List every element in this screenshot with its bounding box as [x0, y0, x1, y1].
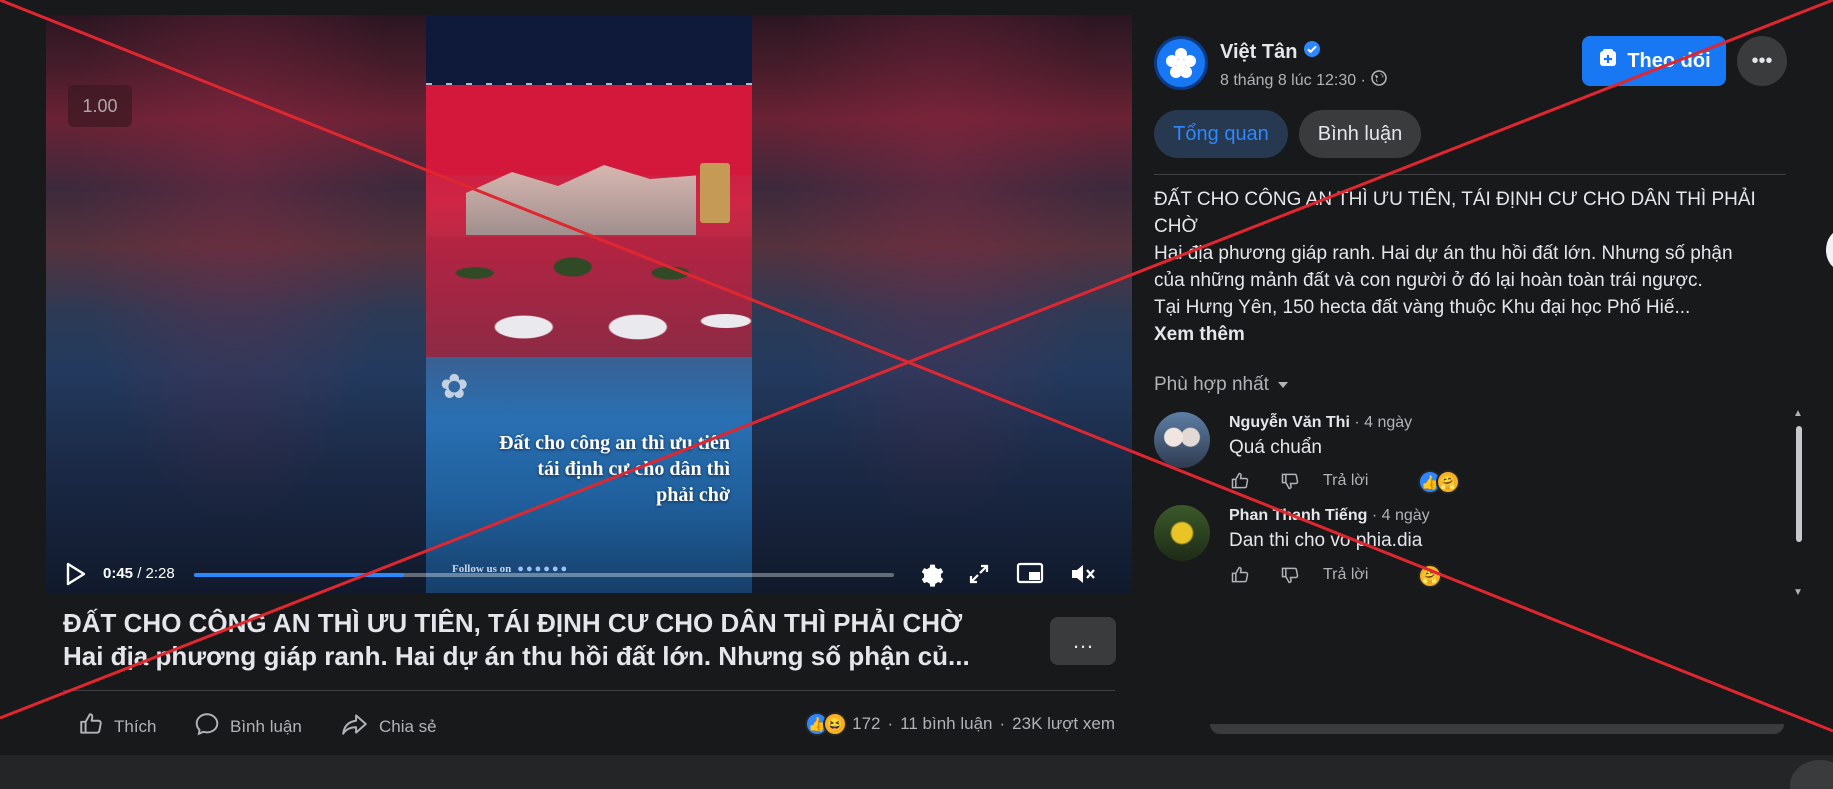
comment-bubble-icon — [194, 711, 220, 742]
video-controls: 0:45 / 2:28 — [46, 553, 1132, 593]
comment-button[interactable]: Bình luận — [194, 711, 302, 742]
like-button[interactable]: Thích — [78, 711, 157, 742]
more-options-button[interactable]: … — [1050, 617, 1116, 665]
author-name[interactable]: Việt Tân — [1220, 40, 1321, 64]
dot-separator: · — [999, 714, 1006, 733]
comment-author[interactable]: Nguyễn Văn Thi · 4 ngày — [1229, 414, 1412, 432]
comments-count[interactable]: 11 bình luận — [900, 714, 992, 734]
care-reaction-icon: 🤗 — [1436, 470, 1460, 494]
tab-comments[interactable]: Bình luận — [1299, 110, 1421, 158]
playback-speed-badge[interactable]: 1.00 — [68, 85, 132, 127]
reactions-count[interactable]: 172 — [852, 714, 880, 734]
post-stats: 👍 😆 172 · 11 bình luận · 23K lượt xem — [805, 712, 1115, 736]
video-frame-building — [466, 165, 696, 235]
thumbs-up-icon — [78, 711, 104, 742]
thumbs-down-icon[interactable] — [1279, 470, 1301, 492]
see-more-link[interactable]: Xem thêm — [1154, 324, 1245, 346]
video-frame: ✿ Đất cho công an thì ưu tiên tái định c… — [426, 15, 752, 593]
post-description-line: Tại Hưng Yên, 150 hecta đất vàng thuộc K… — [1154, 297, 1691, 318]
sort-label: Phù hợp nhất — [1154, 374, 1269, 395]
fullscreen-icon[interactable] — [964, 559, 994, 589]
verified-badge-icon — [1303, 40, 1321, 64]
thumbs-up-icon[interactable] — [1229, 564, 1251, 586]
author-name-text: Việt Tân — [1220, 40, 1298, 63]
comment-box[interactable] — [1210, 724, 1784, 734]
views-count: 23K lượt xem — [1012, 714, 1115, 733]
video-frame-crowd — [426, 237, 752, 357]
mute-icon[interactable] — [1068, 559, 1098, 589]
divider — [1154, 174, 1786, 175]
avatar[interactable] — [1154, 412, 1210, 468]
comment-sort-dropdown[interactable]: Phù hợp nhất — [1154, 374, 1289, 396]
scroll-down-arrow-icon[interactable]: ▼ — [1793, 587, 1803, 598]
comment-actions: Trả lời — [1229, 564, 1368, 586]
post-title: ĐẤT CHO CÔNG AN THÌ ƯU TIÊN, TÁI ĐỊNH CƯ… — [63, 608, 963, 638]
video-caption-line-2: tái định cư cho dân thì — [537, 458, 730, 480]
picture-in-picture-icon[interactable] — [1015, 559, 1045, 589]
divider — [63, 690, 1115, 691]
video-progress-bar[interactable] — [194, 573, 894, 577]
reply-button[interactable]: Trả lời — [1323, 472, 1368, 490]
video-frame-banner — [426, 15, 752, 93]
video-caption-line-1: Đất cho công an thì ưu tiên — [499, 432, 730, 454]
comment-age: · 4 ngày — [1349, 414, 1413, 431]
video-frame-podium — [700, 163, 730, 223]
share-label: Chia sẻ — [379, 716, 437, 736]
video-frame-stage — [426, 85, 752, 175]
edge-button[interactable] — [1826, 230, 1833, 270]
haha-reaction-icon: 😆 — [823, 712, 848, 736]
post-timestamp[interactable]: 8 tháng 8 lúc 12:30 · — [1220, 72, 1366, 90]
post-subtitle[interactable]: Hai địa phương giáp ranh. Hai dự án thu … — [63, 641, 1023, 672]
post-description-line: của những mảnh đất và con người ở đó lại… — [1154, 270, 1703, 291]
comment-author[interactable]: Phan Thanh Tiếng · 4 ngày — [1229, 507, 1430, 525]
flower-icon — [1166, 48, 1196, 78]
thumbs-up-icon[interactable] — [1229, 470, 1251, 492]
globe-icon — [1371, 70, 1387, 91]
comments-scrollbar[interactable]: ▲ ▼ — [1793, 408, 1805, 598]
avatar[interactable] — [1154, 505, 1210, 561]
video-blur-right — [752, 15, 1132, 593]
comment-author-name: Nguyễn Văn Thi — [1229, 414, 1350, 431]
page-avatar[interactable] — [1154, 36, 1208, 90]
gear-icon[interactable] — [916, 559, 946, 589]
more-dots-icon: … — [1072, 628, 1094, 653]
comment-actions: Trả lời — [1229, 470, 1368, 492]
comment-text: Dan thi cho vo phia.dia — [1229, 530, 1423, 551]
scroll-up-arrow-icon[interactable]: ▲ — [1793, 408, 1803, 419]
follow-icon — [1597, 47, 1619, 75]
comment-author-name: Phan Thanh Tiếng — [1229, 507, 1368, 524]
reply-button[interactable]: Trả lời — [1323, 566, 1368, 584]
care-reaction-icon: 🤗 — [1418, 564, 1442, 588]
follow-label: Theo dõi — [1627, 49, 1711, 72]
comment-text: Quá chuẩn — [1229, 437, 1322, 458]
comment-age: · 4 ngày — [1367, 507, 1430, 524]
time-current: 0:45 — [103, 565, 134, 582]
comment-label: Bình luận — [230, 716, 302, 736]
flower-logo-icon: ✿ — [440, 368, 469, 406]
share-arrow-icon — [341, 711, 369, 742]
scrollbar-thumb[interactable] — [1796, 426, 1802, 542]
caret-down-icon — [1277, 374, 1289, 396]
more-options-icon[interactable]: ••• — [1737, 36, 1787, 86]
follow-button[interactable]: Theo dõi — [1582, 36, 1726, 86]
comment-reactions[interactable]: 🤗 — [1418, 564, 1442, 588]
share-button[interactable]: Chia sẻ — [341, 711, 437, 742]
post-description-line: ĐẤT CHO CÔNG AN THÌ ƯU TIÊN, TÁI ĐỊNH CƯ… — [1154, 189, 1756, 210]
thumbs-down-icon[interactable] — [1279, 564, 1301, 586]
play-icon[interactable] — [60, 559, 90, 589]
post-description-line: CHỜ — [1154, 216, 1198, 237]
video-caption-line-3: phải chờ — [656, 484, 730, 506]
time-total: / 2:28 — [137, 565, 175, 582]
comment-reactions[interactable]: 👍 🤗 — [1418, 470, 1460, 494]
video-player[interactable]: 1.00 ✿ Đất cho công an thì ưu tiên tái đ… — [46, 15, 1132, 593]
like-label: Thích — [114, 716, 157, 736]
post-description-line: Hai địa phương giáp ranh. Hai dự án thu … — [1154, 243, 1733, 264]
video-progress-fill — [194, 573, 404, 577]
tab-overview[interactable]: Tổng quan — [1154, 110, 1288, 158]
dot-separator: · — [887, 714, 894, 733]
post-meta: 8 tháng 8 lúc 12:30 · — [1220, 70, 1387, 91]
video-time: 0:45 / 2:28 — [103, 565, 175, 582]
bottom-bar — [0, 755, 1833, 789]
